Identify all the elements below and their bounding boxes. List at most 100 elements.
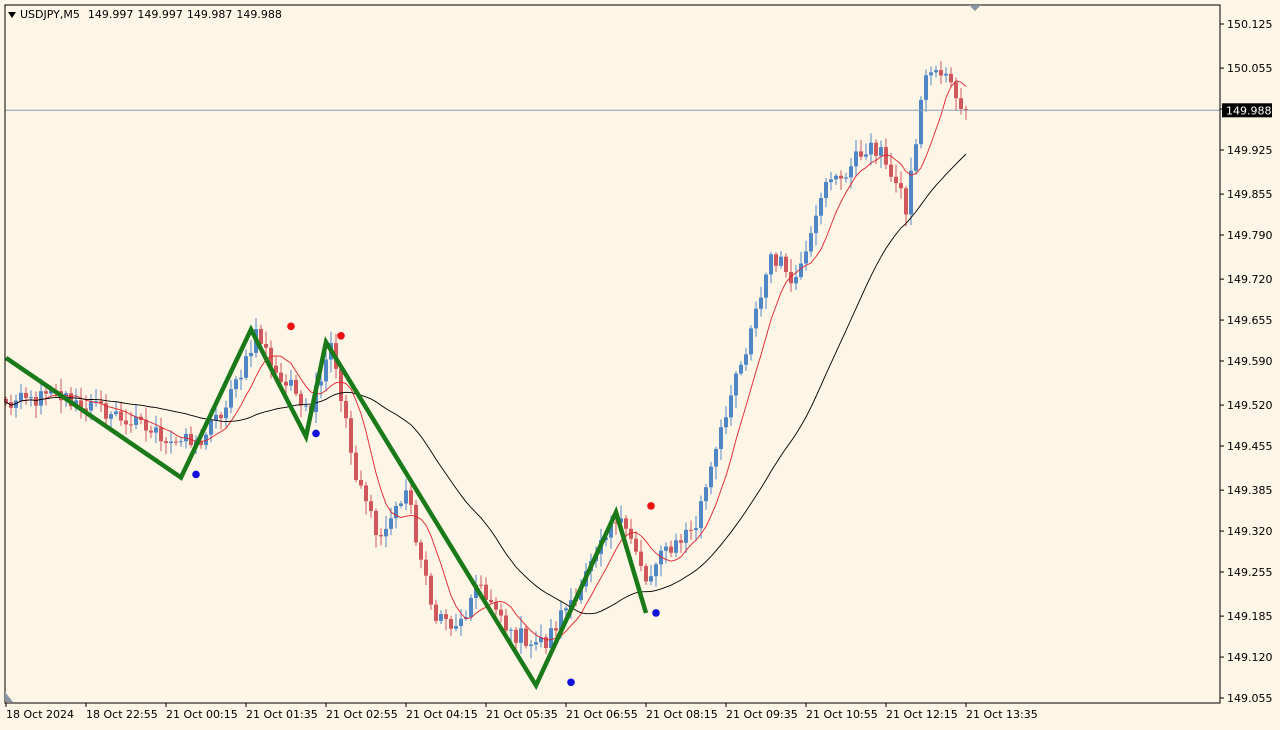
candle-body xyxy=(469,597,473,618)
time-tick-label: 18 Oct 2024 xyxy=(6,708,74,721)
candle xyxy=(439,610,443,624)
time-tick-label: 18 Oct 22:55 xyxy=(86,708,158,721)
candle-body xyxy=(409,490,413,505)
candle xyxy=(924,69,928,112)
candle xyxy=(414,499,418,546)
candle xyxy=(294,375,298,397)
candle xyxy=(834,173,838,185)
candle-body xyxy=(34,397,38,406)
candle xyxy=(649,564,653,586)
candle xyxy=(159,417,163,452)
time-tick-label: 21 Oct 02:55 xyxy=(326,708,398,721)
chart-border xyxy=(4,4,1221,704)
candle xyxy=(99,390,103,412)
candle xyxy=(759,286,763,317)
candle xyxy=(369,494,373,518)
candle xyxy=(894,164,898,193)
candle-body xyxy=(44,391,48,394)
candle xyxy=(719,419,723,460)
candle xyxy=(879,140,883,168)
candle xyxy=(899,171,903,199)
candle xyxy=(449,615,453,637)
candle-body xyxy=(374,510,378,536)
price-tick-label: 149.590 xyxy=(1227,355,1273,368)
candle xyxy=(704,484,708,510)
price-tick-label: 149.925 xyxy=(1227,144,1273,157)
candle xyxy=(14,394,18,418)
candle-body xyxy=(774,254,778,266)
candle-body xyxy=(749,328,753,355)
candle-body xyxy=(709,466,713,488)
candle-body xyxy=(414,504,418,543)
candle xyxy=(949,67,953,88)
triangle-down-icon[interactable] xyxy=(969,5,981,11)
candle-body xyxy=(249,352,253,357)
candle xyxy=(754,301,758,337)
candle xyxy=(794,265,798,291)
candle-body xyxy=(814,215,818,234)
candle-body xyxy=(389,518,393,529)
candle-body xyxy=(304,405,308,407)
candle xyxy=(929,66,933,86)
candle xyxy=(444,608,448,631)
candle xyxy=(669,540,673,558)
candle-body xyxy=(909,170,913,215)
candle-body xyxy=(684,529,688,543)
candle xyxy=(289,369,293,391)
candle xyxy=(349,410,353,465)
fractal-down-dot xyxy=(567,678,575,687)
current-price-tag: 149.988 xyxy=(1222,103,1272,118)
candle-body xyxy=(739,364,743,374)
candle-body xyxy=(679,540,683,543)
candle-body xyxy=(959,98,963,109)
candle-body xyxy=(509,629,513,631)
price-tick-label: 149.520 xyxy=(1227,399,1273,412)
candle xyxy=(104,394,108,427)
candle-body xyxy=(839,175,843,179)
price-tick-label: 149.385 xyxy=(1227,484,1273,497)
moving-averages-layer xyxy=(5,80,967,641)
candle-body xyxy=(324,359,328,382)
candle xyxy=(529,640,533,659)
candle-body xyxy=(404,490,408,504)
candle-body xyxy=(439,614,443,621)
fractal-down-dot xyxy=(652,609,660,617)
candle xyxy=(144,407,148,442)
candle-body xyxy=(664,546,668,551)
candle xyxy=(119,402,123,426)
candle xyxy=(299,390,303,418)
candle xyxy=(659,545,663,577)
candle-body xyxy=(724,417,728,428)
candle-body xyxy=(889,164,893,177)
candle-body xyxy=(524,628,528,646)
candle xyxy=(939,61,943,85)
candle-body xyxy=(224,407,228,419)
candle xyxy=(739,361,743,376)
candle-body xyxy=(449,618,453,629)
candle-body xyxy=(89,401,93,411)
triangle-icon[interactable] xyxy=(5,692,13,702)
price-chart[interactable]: 150.125150.055149.990149.925149.855149.7… xyxy=(0,0,1280,730)
candle xyxy=(774,252,778,272)
candle xyxy=(229,380,233,414)
candle-body xyxy=(434,604,438,621)
candle xyxy=(429,572,433,610)
candle-body xyxy=(429,575,433,605)
candle xyxy=(24,387,28,405)
candle-body xyxy=(299,393,303,406)
candle xyxy=(224,400,228,428)
candle-body xyxy=(239,377,243,380)
candle-body xyxy=(234,379,238,390)
price-tick-label: 149.255 xyxy=(1227,566,1273,579)
candle-body xyxy=(399,503,403,506)
candle-body xyxy=(904,188,908,215)
candle-body xyxy=(844,177,848,179)
candle-body xyxy=(494,602,498,610)
candle xyxy=(689,520,693,540)
fractal-down-dot xyxy=(192,470,200,479)
candle-body xyxy=(649,576,653,582)
chart-window[interactable]: USDJPY,M5 149.997 149.997 149.987 149.98… xyxy=(0,0,1280,730)
candle-body xyxy=(419,542,423,560)
candle xyxy=(239,369,243,390)
candle-body xyxy=(214,414,218,421)
